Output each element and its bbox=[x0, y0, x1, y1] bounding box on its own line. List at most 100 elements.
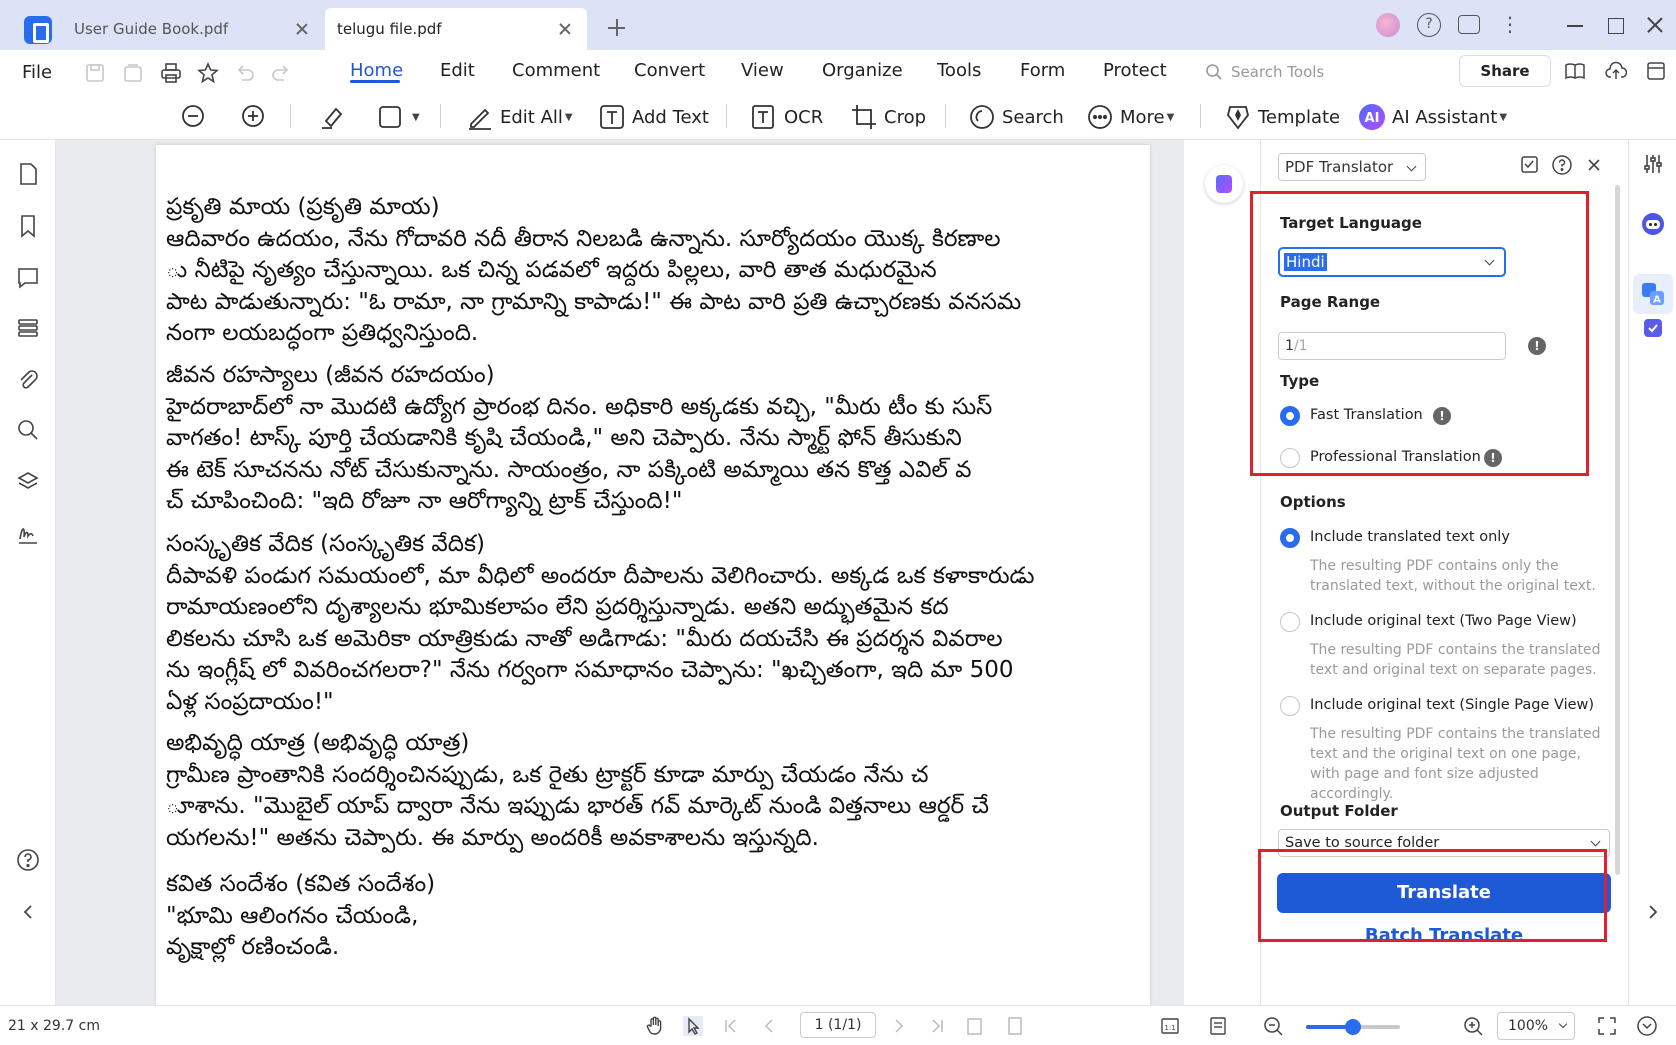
tab-home[interactable]: Home bbox=[350, 60, 403, 81]
crop-button[interactable]: Crop bbox=[850, 100, 926, 134]
layers-icon[interactable] bbox=[16, 470, 40, 494]
tab-tools[interactable]: Tools bbox=[937, 60, 981, 81]
maximize-icon[interactable] bbox=[1603, 13, 1627, 37]
rotate-icon[interactable] bbox=[964, 1015, 986, 1037]
redo-icon[interactable] bbox=[270, 62, 292, 84]
reader-mode-icon[interactable] bbox=[1564, 60, 1586, 82]
page-thumbnail-icon[interactable] bbox=[16, 162, 40, 186]
document-paragraph: జీవన రహస్యాలు (జీవన రహదయం) హైదరాబాద్‌లో … bbox=[166, 362, 993, 514]
properties-sliders-icon[interactable] bbox=[1641, 152, 1665, 176]
zoom-in-button[interactable] bbox=[240, 100, 274, 134]
tab-comment[interactable]: Comment bbox=[512, 60, 600, 81]
document-viewport[interactable]: ప్రకృతి మాయ (ప్రకృతి మాయ) ఆదివారం ఉదయం, … bbox=[56, 140, 1184, 1005]
tab-edit[interactable]: Edit bbox=[440, 60, 475, 81]
actual-size-icon[interactable]: 1:1 bbox=[1160, 1015, 1182, 1037]
file-menu[interactable]: File bbox=[22, 62, 52, 83]
panel-scrollbar[interactable] bbox=[1615, 185, 1620, 875]
zoom-slider-handle[interactable] bbox=[1345, 1019, 1361, 1035]
close-icon[interactable] bbox=[557, 21, 573, 37]
zoom-level-select[interactable]: 100% bbox=[1497, 1012, 1575, 1040]
task-check-icon[interactable] bbox=[1641, 316, 1665, 340]
undo-icon[interactable] bbox=[234, 62, 256, 84]
option-translated-only-radio[interactable] bbox=[1280, 528, 1300, 548]
save-as-icon[interactable] bbox=[122, 62, 144, 84]
option-two-page-label[interactable]: Include original text (Two Page View) bbox=[1310, 613, 1577, 629]
collapse-status-icon[interactable] bbox=[1636, 1015, 1658, 1037]
edit-all-button[interactable]: Edit All ▼ bbox=[466, 100, 573, 134]
save-icon[interactable] bbox=[84, 62, 106, 84]
edit-all-label: Edit All bbox=[500, 106, 563, 128]
signature-icon[interactable] bbox=[16, 522, 40, 546]
highlight-button[interactable] bbox=[318, 100, 352, 134]
option-translated-only-label[interactable]: Include translated text only bbox=[1310, 529, 1510, 545]
zoom-out-icon[interactable] bbox=[1262, 1015, 1284, 1037]
new-tab-plus-icon[interactable] bbox=[605, 16, 629, 40]
more-vertical-icon[interactable]: ⋮ bbox=[1498, 13, 1522, 37]
zoom-slider[interactable] bbox=[1306, 1019, 1400, 1035]
tab-view[interactable]: View bbox=[741, 60, 784, 81]
template-button[interactable]: Template bbox=[1224, 100, 1340, 134]
tab-convert[interactable]: Convert bbox=[634, 60, 705, 81]
search-icon bbox=[1206, 64, 1222, 80]
svg-text:AI: AI bbox=[1365, 111, 1380, 126]
svg-text:1:1: 1:1 bbox=[1164, 1024, 1175, 1032]
ocr-button[interactable]: OCR bbox=[750, 100, 823, 134]
star-icon[interactable] bbox=[197, 61, 219, 84]
translate-settings-icon[interactable] bbox=[1519, 154, 1541, 176]
fit-page-icon[interactable] bbox=[1004, 1015, 1026, 1037]
close-icon[interactable] bbox=[294, 21, 310, 37]
more-button[interactable]: More ▼ bbox=[1086, 100, 1174, 134]
select-tool-icon[interactable] bbox=[682, 1015, 704, 1037]
cloud-upload-icon[interactable] bbox=[1605, 60, 1628, 82]
hand-tool-icon[interactable] bbox=[644, 1015, 666, 1037]
ai-assistant-button[interactable]: AI AI Assistant ▼ bbox=[1358, 100, 1507, 134]
panel-tool-select[interactable]: PDF Translator bbox=[1278, 153, 1426, 181]
zoom-in-icon[interactable] bbox=[1462, 1015, 1484, 1037]
help-icon[interactable]: ? bbox=[1417, 13, 1441, 37]
search-tools-input[interactable]: Search Tools bbox=[1205, 60, 1435, 84]
collapse-left-icon[interactable] bbox=[16, 900, 40, 924]
ai-robot-icon[interactable] bbox=[1641, 212, 1665, 236]
search-icon[interactable] bbox=[16, 418, 40, 442]
feedback-icon[interactable] bbox=[1458, 15, 1480, 34]
bookmark-icon[interactable] bbox=[16, 214, 40, 238]
tab-user-guide[interactable]: User Guide Book.pdf bbox=[62, 8, 324, 50]
next-page-icon[interactable] bbox=[888, 1015, 910, 1037]
share-button[interactable]: Share bbox=[1459, 55, 1551, 87]
translate-icon[interactable]: A bbox=[1641, 282, 1665, 306]
avatar[interactable] bbox=[1376, 13, 1400, 37]
search-button[interactable]: Search bbox=[968, 100, 1064, 134]
help-icon[interactable] bbox=[16, 848, 40, 872]
option-two-page-radio[interactable] bbox=[1280, 612, 1300, 632]
last-page-icon[interactable] bbox=[926, 1015, 948, 1037]
layers-list-icon[interactable] bbox=[16, 316, 40, 340]
highlighter-icon bbox=[322, 107, 343, 129]
panel-toggle-icon[interactable] bbox=[1645, 60, 1667, 82]
comment-icon[interactable] bbox=[16, 266, 40, 290]
pdf-page[interactable]: ప్రకృతి మాయ (ప్రకృతి మాయ) ఆదివారం ఉదయం, … bbox=[156, 145, 1150, 1005]
add-text-button[interactable]: Add Text bbox=[598, 100, 709, 134]
expand-right-icon[interactable] bbox=[1641, 900, 1665, 924]
full-screen-icon[interactable] bbox=[1596, 1015, 1618, 1037]
tab-protect[interactable]: Protect bbox=[1103, 60, 1167, 81]
floating-ai-icon[interactable] bbox=[1205, 165, 1243, 203]
help-icon[interactable] bbox=[1551, 154, 1573, 176]
shape-button[interactable]: ▼ bbox=[376, 100, 420, 134]
option-single-page-label[interactable]: Include original text (Single Page View) bbox=[1310, 697, 1594, 713]
tab-telugu-file[interactable]: telugu file.pdf bbox=[325, 8, 587, 50]
print-icon[interactable] bbox=[160, 62, 182, 84]
search-icon bbox=[970, 105, 994, 129]
close-icon[interactable] bbox=[1583, 154, 1605, 176]
previous-page-icon[interactable] bbox=[758, 1015, 780, 1037]
window-close-icon[interactable] bbox=[1643, 13, 1667, 37]
zoom-out-button[interactable] bbox=[180, 100, 214, 134]
first-page-icon[interactable] bbox=[720, 1015, 742, 1037]
page-display-icon[interactable] bbox=[1208, 1015, 1230, 1037]
page-number-input[interactable]: 1 (1/1) bbox=[800, 1012, 876, 1038]
tab-organize[interactable]: Organize bbox=[822, 60, 903, 81]
attachment-icon[interactable] bbox=[16, 368, 40, 392]
minimize-icon[interactable] bbox=[1563, 13, 1587, 37]
tab-form[interactable]: Form bbox=[1020, 60, 1065, 81]
option-single-page-radio[interactable] bbox=[1280, 696, 1300, 716]
option-translated-only-description: The resulting PDF contains only the tran… bbox=[1310, 558, 1596, 594]
